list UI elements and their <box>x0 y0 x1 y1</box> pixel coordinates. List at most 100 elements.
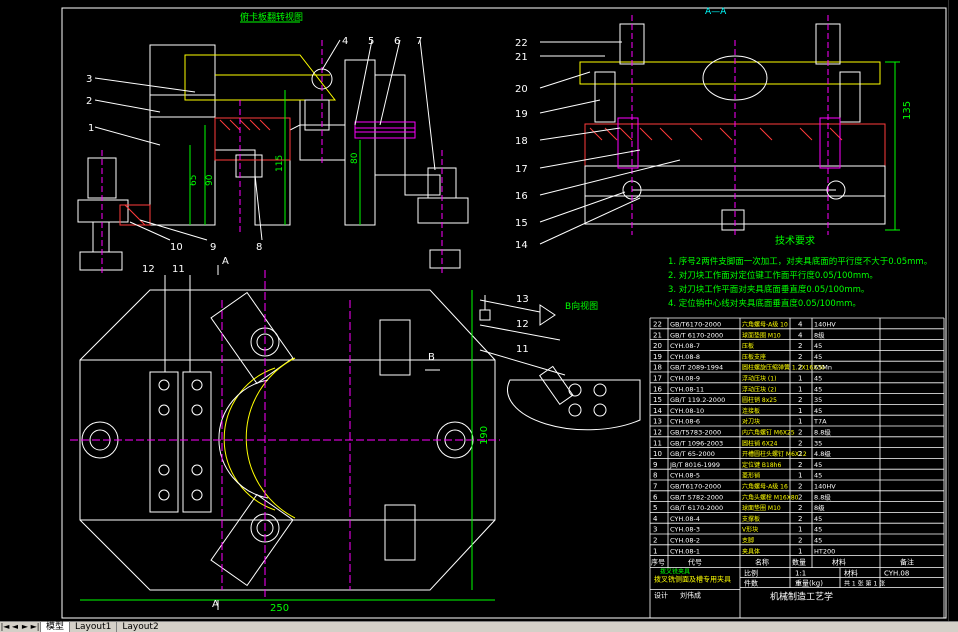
callout-1: 1 <box>88 123 94 134</box>
bom-row-qty: 2 <box>798 461 802 469</box>
bom-row-no: 16 <box>653 385 662 393</box>
bom-row-qty: 1 <box>798 547 802 555</box>
bom-row-qty: 2 <box>798 396 802 404</box>
bom-header-code: 代号 <box>688 558 702 567</box>
bom-row-name: 压板 <box>742 342 754 350</box>
bom-row-material: 65Mn <box>814 364 832 372</box>
section-arrow-a-bottom: A <box>212 599 219 610</box>
bom-row-name: 圆柱销 6X24 <box>742 439 778 447</box>
bom-row-name: 支撑板 <box>742 515 760 523</box>
tech-line-4: 4. 定位销中心线对夹具底面垂直度0.05/100mm。 <box>668 298 861 309</box>
bom-row-material: 45 <box>814 472 822 480</box>
title-block-drawing-no: CYH.08 <box>884 570 909 578</box>
bom-row-no: 13 <box>653 418 662 426</box>
title-block-weight-label: 重量(kg) <box>795 580 823 588</box>
tech-line-1: 1. 序号2两件支脚面一次加工，对夹具底面的平行度不大于0.05mm。 <box>668 256 932 267</box>
bom-row-qty: 2 <box>798 504 802 512</box>
vertical-scrollbar[interactable] <box>948 0 958 621</box>
callout-17: 17 <box>515 164 528 175</box>
b-view <box>479 295 641 431</box>
bom-row-code: GB/T 119.2-2000 <box>670 396 725 404</box>
bom-row-material: 35 <box>814 396 822 404</box>
bom-row-material: 45 <box>814 342 822 350</box>
bom-row-name: 球面垫圈 M10 <box>742 504 781 512</box>
bom-row-name: 夹具体 <box>742 547 760 555</box>
bom-row-qty: 2 <box>798 515 802 523</box>
bom-row-qty: 1 <box>798 418 802 426</box>
dim-90: 90 <box>205 174 215 186</box>
bom-row-name: 浮动压块 (1) <box>742 375 776 383</box>
bom-row-material: 8.8级 <box>814 492 831 501</box>
bom-row-material: 35 <box>814 439 822 447</box>
bom-row-no: 7 <box>653 483 657 491</box>
bom-row-no: 9 <box>653 461 657 469</box>
bom-row-no: 2 <box>653 537 657 545</box>
bom-row-name: 连接板 <box>742 407 760 415</box>
bom-row-qty: 2 <box>798 537 802 545</box>
bom-row-material: HT200 <box>814 547 835 555</box>
bom-row-name: 菱形销 <box>742 472 760 480</box>
bom-row-qty: 1 <box>798 472 802 480</box>
bom-row-name: 六角螺母-A级 10 <box>742 321 788 329</box>
callout-b-13: 13 <box>516 294 529 305</box>
title-block-desc: 拨叉铣侧面及槽专用夹具 <box>654 575 731 584</box>
plan-view <box>70 265 500 610</box>
bom-row-name: 支脚 <box>742 537 754 545</box>
tech-line-2: 2. 对刀块工作面对定位键工作面平行度0.05/100mm。 <box>668 270 878 281</box>
front-view: 俯卡板翻转视图 <box>77 11 469 275</box>
bom-row-code: GB/T 5782-2000 <box>670 493 723 501</box>
bom-row-code: CYH.08-6 <box>670 418 700 426</box>
callout-12: 12 <box>142 264 155 275</box>
tech-line-3: 3. 对刀块工作平面对夹具底面垂直度0.05/100mm。 <box>668 284 869 295</box>
callout-9: 9 <box>210 242 216 253</box>
bom-row-name: V形块 <box>742 526 758 534</box>
bom-row-name: 浮动压块 (2) <box>742 385 776 393</box>
bom-row-code: CYH.08-5 <box>670 472 700 480</box>
b-view-title: B向视图 <box>565 300 598 312</box>
bom-row-code: CYH.08-2 <box>670 537 700 545</box>
bom-row-qty: 2 <box>798 429 802 437</box>
bom-row-material: 45 <box>814 537 822 545</box>
callout-19: 19 <box>515 109 528 120</box>
drawing-canvas[interactable]: 俯卡板翻转视图 65 90 115 80 1 2 3 4 5 6 7 8 9 1… <box>0 0 958 621</box>
bom-row-no: 8 <box>653 472 657 480</box>
bom-row-qty: 2 <box>798 342 802 350</box>
bom-row-material: 8级 <box>814 503 825 512</box>
callout-6: 6 <box>394 36 400 47</box>
bom-row-material: T7A <box>813 418 827 426</box>
bom-row-qty: 2 <box>798 439 802 447</box>
bom-row-code: CYH.08-4 <box>670 515 700 523</box>
bom-row-material: 45 <box>814 407 822 415</box>
bom-row-code: GB/T 2089-1994 <box>670 364 723 372</box>
bom-row-material: 140HV <box>814 483 836 491</box>
callout-11: 11 <box>172 264 185 275</box>
bom-row-material: 45 <box>814 461 822 469</box>
callout-15: 15 <box>515 218 528 229</box>
bom-row-name: 内六角螺钉 M6X25 <box>742 429 795 437</box>
bom-row-qty: 2 <box>798 493 802 501</box>
bom-row-name: 六角螺母-A级 16 <box>742 483 788 491</box>
bom-row-name: 圆柱螺旋压缩弹簧 1.2X16X30 <box>742 364 825 372</box>
bom-row-name: 定位键 B18h6 <box>742 461 781 469</box>
bom-row-code: JB/T 8016-1999 <box>669 461 720 469</box>
dim-80: 80 <box>350 152 360 164</box>
section-a-view: A—A <box>539 7 900 245</box>
bom-row-name: 球面垫圈 M10 <box>742 331 781 339</box>
callout-14: 14 <box>515 240 528 251</box>
bom-row-no: 19 <box>653 353 662 361</box>
callout-21: 21 <box>515 52 528 63</box>
bom-row-material: 4.8级 <box>814 449 831 458</box>
bom-row-qty: 2 <box>798 450 802 458</box>
bom-row-no: 12 <box>653 429 662 437</box>
title-block-count-label: 件数 <box>744 579 758 588</box>
bom-row-no: 17 <box>653 375 662 383</box>
bom-row-code: CYH.08-8 <box>670 353 700 361</box>
bom-row-qty: 1 <box>798 407 802 415</box>
callout-22: 22 <box>515 38 528 49</box>
view-arrow-b: B <box>428 352 435 363</box>
callout-18: 18 <box>515 136 528 147</box>
title-block-material-label: 材料 <box>844 569 858 578</box>
callout-8: 8 <box>256 242 262 253</box>
bom-row-no: 14 <box>653 407 662 415</box>
tech-title: 技术要求 <box>775 234 815 247</box>
